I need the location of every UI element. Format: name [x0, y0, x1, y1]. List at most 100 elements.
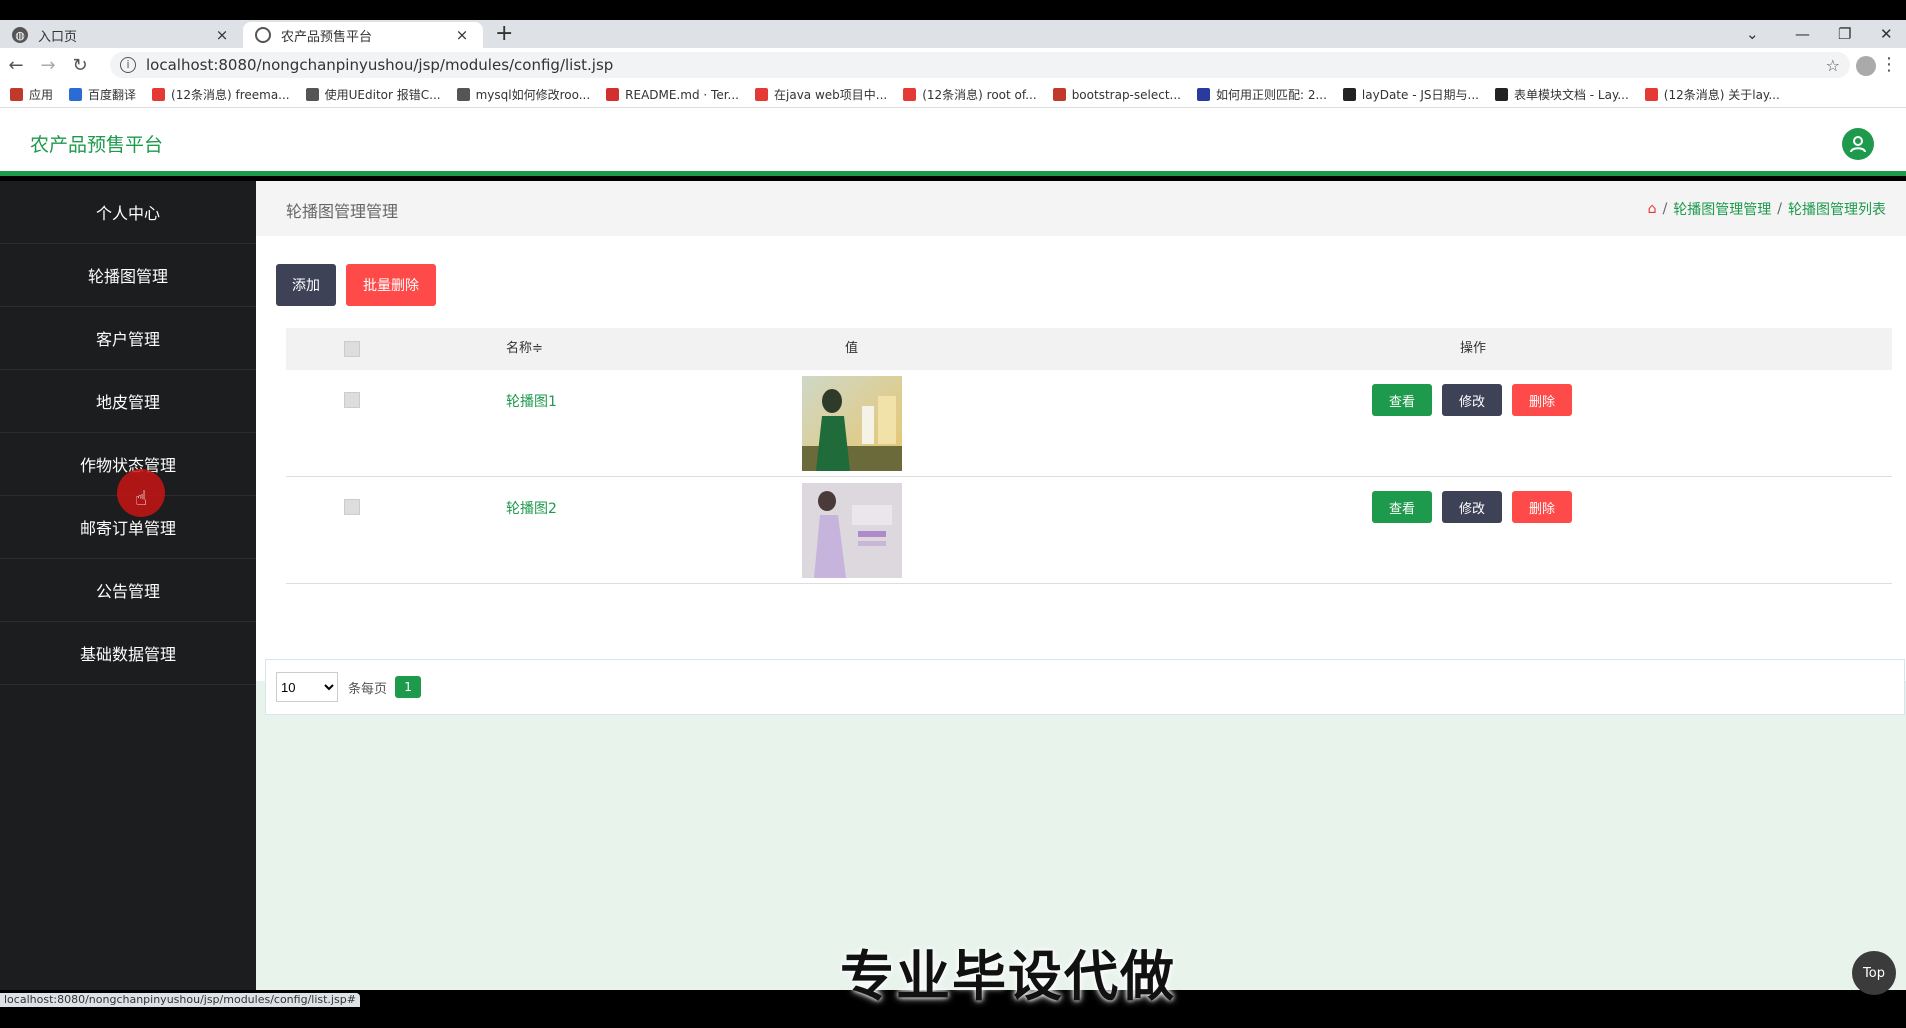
bookmark-favicon-icon	[152, 88, 166, 101]
site-info-icon[interactable]: i	[120, 57, 136, 73]
sidebar-item-land[interactable]: 地皮管理	[0, 370, 256, 433]
table-row: 轮播图1 查看 修改 删除	[286, 370, 1892, 477]
hand-cursor-icon: ☝	[135, 486, 148, 510]
url-text: localhost:8080/nongchanpinyushou/jsp/mod…	[146, 56, 614, 74]
tab-search-icon[interactable]: ⌄	[1746, 20, 1759, 48]
sidebar-item-customers[interactable]: 客户管理	[0, 307, 256, 370]
back-to-top-button[interactable]: Top	[1852, 951, 1896, 995]
bookmark-favicon-icon	[903, 88, 917, 101]
minimize-button[interactable]: —	[1795, 20, 1810, 48]
bookmark-favicon-icon	[456, 88, 470, 101]
edit-button[interactable]: 修改	[1442, 384, 1502, 416]
browser-tab-entry[interactable]: ◍ 入口页 ×	[0, 22, 243, 48]
add-button[interactable]: 添加	[276, 264, 336, 306]
breadcrumb-separator: /	[1662, 201, 1668, 217]
bookmark-label: 应用	[29, 88, 54, 102]
bookmark-label: 在java web项目中...	[774, 88, 888, 102]
page-size-select[interactable]: 10	[276, 672, 338, 702]
bookmark-label: mysql如何修改roo...	[475, 88, 591, 102]
bookmark-favicon-icon	[755, 88, 768, 101]
bookmark-item[interactable]: 如何用正则匹配: 2...	[1196, 86, 1327, 103]
new-tab-button[interactable]: +	[495, 20, 513, 48]
close-tab-icon[interactable]: ×	[213, 26, 231, 44]
breadcrumb-bar: 轮播图管理管理 ⌂ / 轮播图管理管理 / 轮播图管理列表	[256, 181, 1906, 236]
forward-icon[interactable]: →	[32, 55, 64, 76]
apps-grid-icon	[10, 88, 23, 101]
bookmark-label: bootstrap-select...	[1071, 87, 1181, 102]
tab-title: 农产品预售平台	[281, 29, 373, 45]
view-button[interactable]: 查看	[1372, 384, 1432, 416]
column-header-actions: 操作	[1460, 341, 1487, 356]
bookmark-favicon-icon	[1342, 88, 1356, 101]
breadcrumb-separator: /	[1777, 201, 1782, 217]
row-actions: 查看 修改 删除	[1372, 384, 1572, 416]
bookmark-favicon-icon	[1494, 88, 1508, 101]
browser-tab-strip: ◍ 入口页 × 农产品预售平台 ×	[0, 20, 1906, 48]
browser-menu-icon[interactable]: ⋮	[1880, 54, 1898, 75]
table-header: 名称≑ 值 操作	[286, 328, 1892, 370]
delete-button[interactable]: 删除	[1512, 384, 1572, 416]
column-header-value: 值	[845, 341, 859, 356]
delete-button[interactable]: 删除	[1512, 491, 1572, 523]
bookmark-favicon-icon	[606, 88, 620, 101]
sidebar-item-carousel[interactable]: 轮播图管理	[0, 244, 256, 307]
batch-delete-button[interactable]: 批量删除	[346, 264, 436, 306]
bookmark-item[interactable]: 百度翻译	[69, 86, 136, 103]
bookmark-item[interactable]: README.md · Ter...	[606, 88, 739, 102]
close-window-button[interactable]: ✕	[1880, 20, 1893, 48]
sidebar-item-notices[interactable]: 公告管理	[0, 559, 256, 622]
address-bar[interactable]: i localhost:8080/nongchanpinyushou/jsp/m…	[110, 52, 1850, 78]
page-number-current[interactable]: 1	[395, 676, 422, 698]
back-icon[interactable]: ←	[0, 55, 32, 76]
bookmark-favicon-icon	[69, 88, 83, 101]
browser-tab-platform[interactable]: 农产品预售平台 ×	[243, 22, 483, 48]
restore-button[interactable]: ❐	[1838, 20, 1851, 48]
bookmark-favicon-icon	[305, 88, 319, 101]
close-tab-icon[interactable]: ×	[453, 26, 471, 44]
user-avatar[interactable]	[1842, 128, 1874, 160]
breadcrumb-item-module[interactable]: 轮播图管理管理	[1673, 199, 1771, 219]
carousel-image-1	[802, 376, 902, 471]
carousel-image-2	[802, 483, 902, 578]
bookmark-label: (12条消息) root of...	[922, 88, 1037, 102]
row-checkbox[interactable]	[344, 499, 360, 515]
select-all-checkbox[interactable]	[344, 341, 360, 357]
table-row: 轮播图2 查看 修改 删除	[286, 477, 1892, 584]
bookmark-apps[interactable]: 应用	[10, 86, 53, 103]
bookmark-label: 如何用正则匹配: 2...	[1215, 88, 1327, 102]
bookmark-favicon-icon	[1644, 88, 1658, 101]
bookmark-label: (12条消息) 关于lay...	[1663, 88, 1780, 102]
edit-button[interactable]: 修改	[1442, 491, 1502, 523]
sidebar-item-personal-center[interactable]: 个人中心	[0, 181, 256, 244]
bookmark-item[interactable]: 使用UEditor 报错C...	[305, 86, 441, 103]
bookmark-label: layDate - JS日期与...	[1361, 88, 1479, 102]
column-header-name[interactable]: 名称≑	[506, 328, 543, 370]
page-title: 轮播图管理管理	[286, 202, 399, 221]
bookmark-label: 百度翻译	[88, 88, 137, 102]
browser-toolbar: ← → ↻ i localhost:8080/nongchanpinyushou…	[0, 48, 1906, 82]
bookmarks-bar: 应用 百度翻译 (12条消息) freema... 使用UEditor 报错C... m…	[0, 82, 1906, 108]
bookmark-item[interactable]: (12条消息) freema...	[152, 86, 290, 103]
browser-profile-icon[interactable]	[1856, 56, 1876, 76]
site-icon	[255, 27, 271, 43]
home-icon[interactable]: ⌂	[1648, 201, 1657, 217]
bookmark-item[interactable]: 在java web项目中...	[755, 86, 887, 103]
bookmark-item[interactable]: (12条消息) 关于lay...	[1644, 86, 1780, 103]
reload-icon[interactable]: ↻	[64, 55, 96, 76]
view-button[interactable]: 查看	[1372, 491, 1432, 523]
globe-icon: ◍	[12, 27, 28, 43]
bookmark-label: 表单模块文档 - Lay...	[1513, 88, 1629, 102]
pagination: 10 条每页 1	[265, 659, 1905, 715]
row-checkbox[interactable]	[344, 392, 360, 408]
row-name: 轮播图1	[506, 394, 557, 410]
main-area: 轮播图管理管理 ⌂ / 轮播图管理管理 / 轮播图管理列表 添加 批量删除 名称…	[256, 181, 1906, 990]
bookmark-item[interactable]: layDate - JS日期与...	[1342, 86, 1479, 103]
bookmark-item[interactable]: 表单模块文档 - Lay...	[1494, 86, 1629, 103]
bookmark-star-icon[interactable]: ☆	[1826, 56, 1840, 75]
bookmark-favicon-icon	[1052, 88, 1066, 101]
screen: ◍ 入口页 × 农产品预售平台 × + ⌄ — ❐ ✕ ← → ↻ i loca…	[0, 0, 1906, 1028]
bookmark-item[interactable]: bootstrap-select...	[1052, 87, 1181, 102]
sidebar-item-base-data[interactable]: 基础数据管理	[0, 622, 256, 685]
bookmark-item[interactable]: (12条消息) root of...	[903, 86, 1037, 103]
bookmark-item[interactable]: mysql如何修改roo...	[456, 86, 591, 103]
